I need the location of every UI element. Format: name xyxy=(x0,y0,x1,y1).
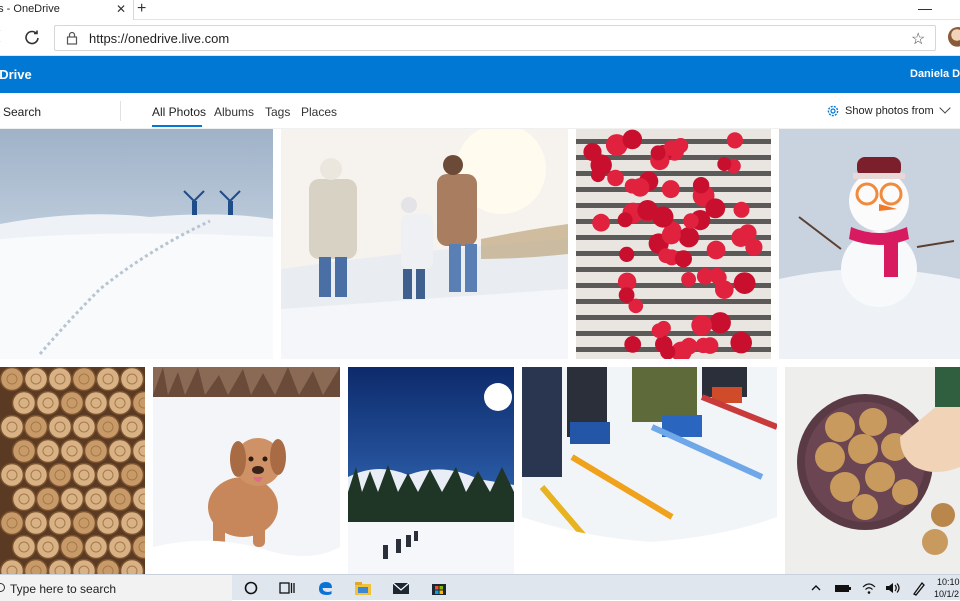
taskbar-search-input[interactable]: Type here to search xyxy=(10,582,116,596)
lock-icon xyxy=(66,31,78,45)
tab-all-photos[interactable]: All Photos xyxy=(152,105,206,119)
snowman-photo[interactable] xyxy=(779,129,960,359)
wifi-icon[interactable] xyxy=(860,580,878,596)
cookies-photo[interactable] xyxy=(785,367,960,574)
active-tab-indicator xyxy=(152,125,202,127)
cranberries-photo[interactable] xyxy=(576,129,771,359)
volume-icon[interactable] xyxy=(884,580,902,596)
address-bar[interactable]: https://onedrive.live.com ☆ xyxy=(54,25,936,51)
search-icon xyxy=(0,583,5,592)
close-icon[interactable]: ✕ xyxy=(116,2,126,16)
store-icon[interactable] xyxy=(430,580,448,596)
app-title[interactable]: eDrive xyxy=(0,67,32,82)
browser-tab-bar: es - OneDrive ✕ + xyxy=(0,0,960,20)
tab-title: es - OneDrive xyxy=(0,3,60,15)
taskbar-search-box[interactable]: Type here to search xyxy=(0,575,232,601)
clock-time[interactable]: 10:10 xyxy=(937,577,960,587)
back-icon[interactable] xyxy=(0,28,7,44)
refresh-icon[interactable] xyxy=(24,29,40,45)
tab-albums[interactable]: Albums xyxy=(214,105,254,119)
tray-chevron-icon[interactable] xyxy=(810,580,822,596)
user-name[interactable]: Daniela Du xyxy=(910,68,960,80)
gear-icon[interactable] xyxy=(826,104,840,118)
ski-trek-photo[interactable] xyxy=(348,367,514,574)
url-text[interactable]: https://onedrive.live.com xyxy=(89,31,229,46)
windows-taskbar: Type here to search 10:10 10/1/2 xyxy=(0,574,960,601)
dog-snow-photo[interactable] xyxy=(153,367,340,574)
photos-subnav: Search All Photos Albums Tags Places Sho… xyxy=(0,93,960,129)
clock-date[interactable]: 10/1/2 xyxy=(934,589,959,599)
star-icon[interactable]: ☆ xyxy=(911,29,925,49)
mail-icon[interactable] xyxy=(392,580,410,596)
show-photos-from-dropdown[interactable]: Show photos from xyxy=(845,105,934,117)
divider xyxy=(120,101,121,121)
minimize-icon[interactable] xyxy=(918,0,932,10)
browser-tab[interactable]: es - OneDrive ✕ xyxy=(0,0,134,20)
cortana-icon[interactable] xyxy=(242,580,260,596)
edge-icon[interactable] xyxy=(316,580,334,596)
log-pile-photo[interactable] xyxy=(0,367,145,574)
address-row: https://onedrive.live.com ☆ xyxy=(0,20,960,56)
pen-icon[interactable] xyxy=(910,580,928,596)
chevron-down-icon[interactable] xyxy=(939,102,951,114)
tab-tags[interactable]: Tags xyxy=(265,105,290,119)
skis-photo[interactable] xyxy=(522,367,777,574)
tab-places[interactable]: Places xyxy=(301,105,337,119)
family-walk-photo[interactable] xyxy=(281,129,568,359)
file-explorer-icon[interactable] xyxy=(354,580,372,596)
new-tab-button[interactable]: + xyxy=(137,0,146,18)
task-view-icon[interactable] xyxy=(278,580,296,596)
app-header: eDrive Daniela Du xyxy=(0,56,960,93)
battery-icon[interactable] xyxy=(834,580,852,596)
search-input[interactable]: Search xyxy=(3,105,41,119)
snow-hikers-photo[interactable] xyxy=(0,129,273,359)
